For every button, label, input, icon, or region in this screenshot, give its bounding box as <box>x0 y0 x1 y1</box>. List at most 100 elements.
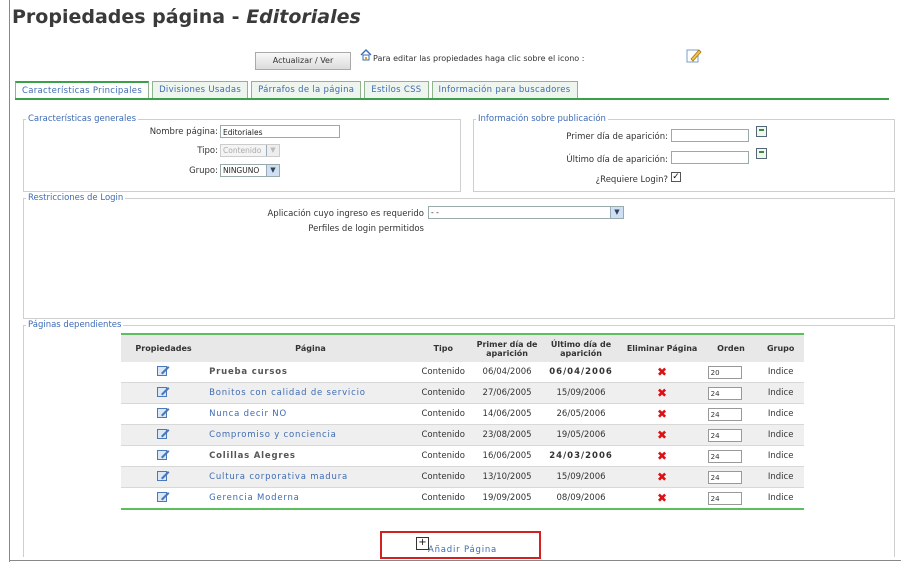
page-link[interactable]: Nunca decir NO <box>206 403 415 425</box>
edit-properties-icon[interactable] <box>157 407 170 418</box>
properties-cell <box>121 382 207 404</box>
last-day-cell: 08/09/2006 <box>542 487 620 510</box>
page-link[interactable]: Prueba cursos <box>206 362 415 383</box>
col-header-first-day: Primer día de aparición <box>471 334 543 362</box>
order-cell: 24 <box>704 487 758 510</box>
properties-cell <box>121 362 207 383</box>
order-field[interactable]: 24 <box>707 470 742 484</box>
frame-left-border <box>9 0 10 562</box>
type-cell: Contenido <box>414 487 472 510</box>
login-restrictions-legend: Restricciones de Login <box>28 193 124 203</box>
page-link[interactable]: Cultura corporativa madura <box>206 466 415 488</box>
type-cell: Contenido <box>414 382 472 404</box>
first-day-label: Primer día de aparición: <box>566 132 668 142</box>
table-row: Prueba cursos Contenido 06/04/2006 06/04/20… <box>121 362 804 383</box>
delete-cell: ✖ <box>619 362 705 383</box>
delete-icon[interactable]: ✖ <box>657 386 667 400</box>
type-cell: Contenido <box>414 445 472 467</box>
order-cell: 20 <box>704 362 758 383</box>
group-select[interactable]: NINGUNO ▼ <box>220 164 280 177</box>
table-row: Gerencia Moderna Contenido 19/09/2005 08/09… <box>121 487 804 510</box>
col-header-group: Grupo <box>757 334 804 362</box>
edit-properties-icon[interactable] <box>157 386 170 397</box>
properties-cell <box>121 424 207 446</box>
allowed-profiles-label: Perfiles de login permitidos <box>308 224 424 234</box>
page-name-field[interactable]: Editoriales <box>220 125 340 138</box>
delete-icon[interactable]: ✖ <box>657 407 667 421</box>
delete-icon[interactable]: ✖ <box>657 365 667 379</box>
order-cell: 24 <box>704 466 758 488</box>
group-cell: Indice <box>757 382 804 404</box>
tab-underline <box>15 98 889 100</box>
properties-cell <box>121 403 207 425</box>
page-link[interactable]: Colillas Alegres <box>206 445 415 467</box>
required-app-select[interactable]: - - ▼ <box>428 206 624 219</box>
dependent-pages-legend: Páginas dependientes <box>28 320 122 330</box>
first-day-cell: 06/04/2006 <box>471 362 543 383</box>
col-header-order: Orden <box>704 334 758 362</box>
order-field[interactable]: 24 <box>707 491 742 505</box>
first-day-cell: 23/08/2005 <box>471 424 543 446</box>
group-cell: Indice <box>757 362 804 383</box>
chevron-down-icon: ▼ <box>266 165 279 176</box>
table-row: Bonitos con calidad de servicio Contenido… <box>121 382 804 404</box>
delete-cell: ✖ <box>619 445 705 467</box>
delete-icon[interactable]: ✖ <box>657 428 667 442</box>
order-field[interactable]: 24 <box>707 449 742 463</box>
first-day-field[interactable] <box>671 129 749 142</box>
order-field[interactable]: 20 <box>707 365 742 379</box>
col-header-last-day: Último día de aparición <box>542 334 620 362</box>
order-field[interactable]: 24 <box>707 386 742 400</box>
required-app-value: - - <box>431 208 439 217</box>
update-view-button[interactable]: Actualizar / Ver <box>255 52 351 70</box>
delete-icon[interactable]: ✖ <box>657 449 667 463</box>
col-header-delete: Eliminar Página <box>619 334 705 362</box>
delete-cell: ✖ <box>619 487 705 510</box>
edit-properties-icon[interactable] <box>157 449 170 460</box>
group-cell: Indice <box>757 424 804 446</box>
chevron-down-icon: ▼ <box>610 207 623 218</box>
page-link[interactable]: Bonitos con calidad de servicio <box>206 382 415 404</box>
group-cell: Indice <box>757 403 804 425</box>
table-row: Cultura corporativa madura Contenido 13/10… <box>121 466 804 488</box>
order-cell: 24 <box>704 382 758 404</box>
calendar-icon[interactable] <box>756 148 767 159</box>
type-cell: Contenido <box>414 362 472 383</box>
tab-divisions-used[interactable]: Divisiones Usadas <box>152 81 249 98</box>
tab-bar: Características Principales Divisiones U… <box>15 81 578 99</box>
last-day-cell: 06/04/2006 <box>542 362 620 383</box>
col-header-type: Tipo <box>414 334 472 362</box>
order-cell: 24 <box>704 403 758 425</box>
tab-css-styles[interactable]: Estilos CSS <box>364 81 429 98</box>
col-header-properties: Propiedades <box>121 334 207 362</box>
delete-cell: ✖ <box>619 382 705 404</box>
edit-properties-icon[interactable] <box>157 365 170 376</box>
add-page-link[interactable]: Añadir Página <box>428 545 497 555</box>
requires-login-checkbox[interactable]: ✓ <box>671 172 681 182</box>
type-select: Contenido ▼ <box>220 144 280 157</box>
dependent-pages-body: Prueba cursos Contenido 06/04/2006 06/04/20… <box>121 362 804 510</box>
tab-search-engine-info[interactable]: Información para buscadores <box>431 81 578 98</box>
tab-page-paragraphs[interactable]: Párrafos de la página <box>251 81 362 98</box>
page-title: Propiedades página - Editoriales <box>12 6 361 28</box>
group-cell: Indice <box>757 445 804 467</box>
last-day-field[interactable] <box>671 151 749 164</box>
page-link[interactable]: Gerencia Moderna <box>206 487 415 510</box>
delete-icon[interactable]: ✖ <box>657 470 667 484</box>
delete-icon[interactable]: ✖ <box>657 491 667 505</box>
type-cell: Contenido <box>414 403 472 425</box>
order-field[interactable]: 24 <box>707 407 742 421</box>
edit-properties-icon[interactable] <box>157 428 170 439</box>
edit-properties-icon[interactable] <box>157 491 170 502</box>
edit-properties-icon <box>686 49 702 63</box>
calendar-icon[interactable] <box>756 126 767 137</box>
order-field[interactable]: 24 <box>707 428 742 442</box>
tab-main-characteristics[interactable]: Características Principales <box>15 81 150 98</box>
table-header-row: Propiedades Página Tipo Primer día de ap… <box>121 334 804 362</box>
group-label: Grupo: <box>189 166 218 176</box>
table-row: Colillas Alegres Contenido 16/06/2005 24/03… <box>121 445 804 467</box>
properties-cell <box>121 487 207 510</box>
page-link[interactable]: Compromiso y conciencia <box>206 424 415 446</box>
edit-properties-icon[interactable] <box>157 470 170 481</box>
required-app-label: Aplicación cuyo ingreso es requerido <box>267 209 424 219</box>
